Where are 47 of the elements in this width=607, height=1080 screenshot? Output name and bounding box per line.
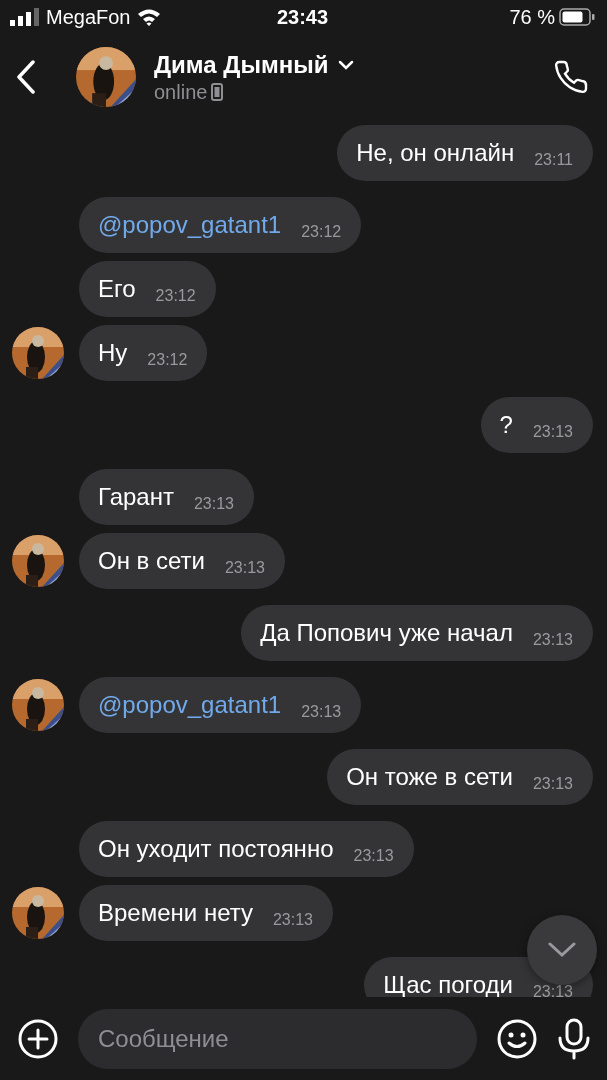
emoji-button[interactable] [497,1018,537,1059]
message-text: Да Попович уже начал [260,619,513,647]
message-time: 23:13 [272,911,313,929]
message-time: 23:13 [224,559,265,577]
message-text: Гарант [98,483,174,511]
phone-icon [553,59,589,95]
message-time: 23:12 [155,287,196,305]
carrier-name: MegaFon [46,5,131,29]
message-time: 23:13 [301,703,342,721]
add-button[interactable] [18,1018,58,1059]
clock: 23:43 [276,5,329,29]
microphone-icon [557,1017,591,1060]
message-text: Не, он онлайн [356,139,515,167]
message-time: 23:13 [353,847,394,865]
signal-icon [10,8,40,26]
phone-icon [211,83,224,101]
call-button[interactable] [553,59,589,95]
mention-link[interactable]: @popov_gatant1 [98,691,282,719]
message-text: Времени нету [98,899,253,927]
message-time: 23:13 [532,775,573,793]
online-status: online [154,80,208,104]
chevron-down-icon [548,942,576,958]
message-text: Его [98,275,136,303]
message-time: 23:13 [193,495,234,513]
message-text: Ну [98,339,128,367]
plus-icon [18,1018,58,1059]
chevron-down-icon[interactable] [338,59,355,70]
back-icon [16,60,36,94]
message-text: Он в сети [98,547,205,575]
message-text: ? [499,411,513,439]
smiley-icon [497,1018,537,1059]
message-time: 23:13 [532,631,573,649]
message-text: Он тоже в сети [346,763,513,791]
battery-percent: 76 % [509,5,555,29]
message-text: Щас погоди [383,971,513,997]
message-time: 23:11 [534,151,573,169]
contact-name[interactable]: Дима Дымный [154,50,329,79]
message-input[interactable]: Сообщение [78,1008,477,1069]
voice-button[interactable] [557,1017,591,1060]
message-time: 23:13 [532,423,573,441]
message-time: 23:12 [147,351,188,369]
mention-link[interactable]: @popov_gatant1 [98,211,282,239]
message-text: Он уходит постоянно [98,835,334,863]
battery-icon [559,8,595,26]
message-time: 23:13 [532,983,573,997]
wifi-icon [136,8,161,26]
message-time: 23:12 [301,223,342,241]
